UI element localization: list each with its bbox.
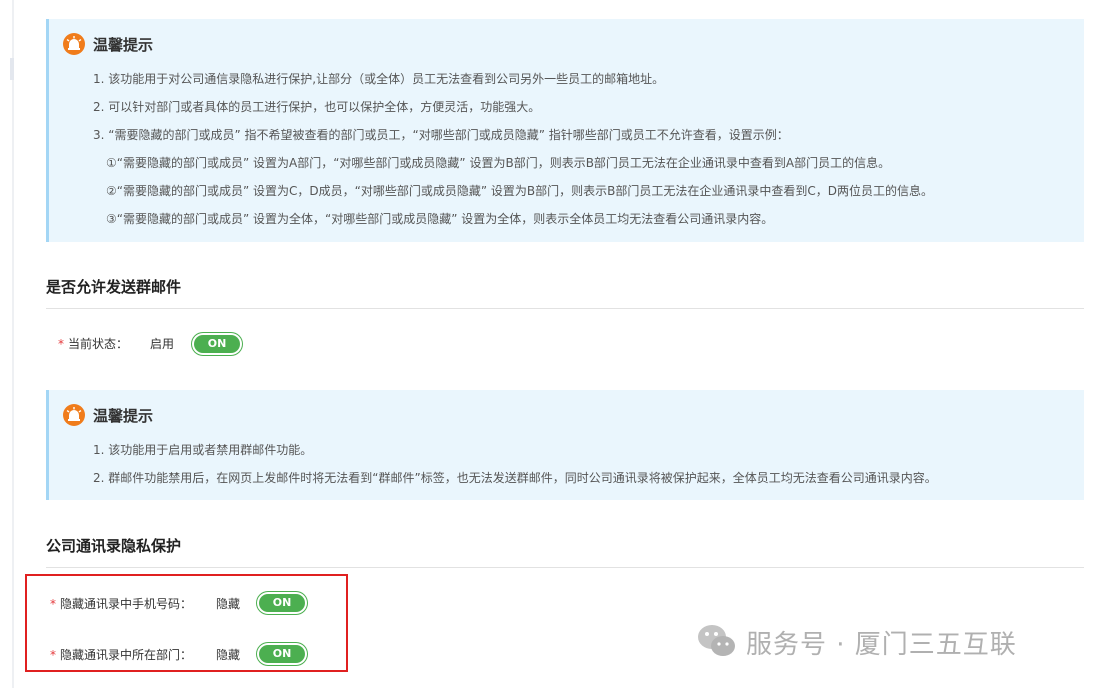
hide-phone-value: 隐藏 bbox=[216, 597, 241, 611]
hide-department-field: * 隐藏通讯录中所在部门： bbox=[50, 646, 192, 663]
tip-line: 1. 该功能用于对公司通信录隐私进行保护,让部分（或全体）员工无法查看到公司另外… bbox=[93, 72, 665, 86]
hide-department-value: 隐藏 bbox=[216, 648, 241, 662]
tip-line: 2. 群邮件功能禁用后，在网页上发邮件时将无法看到“群邮件”标签，也无法发送群邮… bbox=[93, 471, 937, 485]
required-marker: * bbox=[58, 337, 64, 351]
left-rail-marker bbox=[10, 58, 14, 80]
section-divider bbox=[46, 567, 1084, 568]
tip-line: ③“需要隐藏的部门或成员” 设置为全体，“对哪些部门或成员隐藏” 设置为全体，则… bbox=[106, 212, 774, 226]
wechat-icon bbox=[698, 625, 735, 656]
status-field: * 当前状态： bbox=[58, 335, 128, 352]
tip-line: 3. “需要隐藏的部门或成员” 指不希望被查看的部门或员工，“对哪些部门或成员隐… bbox=[93, 128, 789, 142]
status-value: 启用 bbox=[150, 337, 175, 351]
hide-phone-toggle[interactable]: ON bbox=[259, 594, 305, 612]
required-marker: * bbox=[50, 648, 56, 662]
group-mail-toggle[interactable]: ON bbox=[194, 335, 240, 353]
hide-phone-label: 隐藏通讯录中手机号码： bbox=[60, 597, 193, 611]
hide-department-label: 隐藏通讯录中所在部门： bbox=[60, 648, 193, 662]
section-divider bbox=[46, 308, 1084, 309]
hide-phone-field: * 隐藏通讯录中手机号码： bbox=[50, 595, 192, 612]
left-rail bbox=[12, 0, 14, 688]
section-title-privacy: 公司通讯录隐私保护 bbox=[46, 537, 182, 555]
hide-department-toggle[interactable]: ON bbox=[259, 645, 305, 663]
status-label: 当前状态： bbox=[68, 337, 129, 351]
tip-header: 温馨提示 bbox=[63, 33, 153, 55]
tip-box-privacy: 温馨提示 1. 该功能用于对公司通信录隐私进行保护,让部分（或全体）员工无法查看… bbox=[46, 19, 1084, 242]
tip-header: 温馨提示 bbox=[63, 404, 153, 426]
alarm-icon bbox=[63, 404, 85, 426]
tip-title: 温馨提示 bbox=[93, 406, 154, 425]
required-marker: * bbox=[50, 597, 56, 611]
alarm-icon bbox=[63, 33, 85, 55]
section-title-group-mail: 是否允许发送群邮件 bbox=[46, 278, 182, 296]
tip-line: 1. 该功能用于启用或者禁用群邮件功能。 bbox=[93, 443, 313, 457]
tip-line: ①“需要隐藏的部门或成员” 设置为A部门，“对哪些部门或成员隐藏” 设置为B部门… bbox=[106, 156, 891, 170]
tip-line: ②“需要隐藏的部门或成员” 设置为C，D成员，“对哪些部门或成员隐藏” 设置为B… bbox=[106, 184, 933, 198]
watermark-text: 服务号 · 厦门三五互联 bbox=[746, 629, 1017, 660]
tip-box-group-mail: 温馨提示 1. 该功能用于启用或者禁用群邮件功能。 2. 群邮件功能禁用后，在网… bbox=[46, 390, 1084, 500]
tip-title: 温馨提示 bbox=[93, 35, 154, 54]
tip-line: 2. 可以针对部门或者具体的员工进行保护，也可以保护全体，方便灵活，功能强大。 bbox=[93, 100, 541, 114]
watermark: 服务号 · 厦门三五互联 bbox=[696, 622, 1017, 662]
